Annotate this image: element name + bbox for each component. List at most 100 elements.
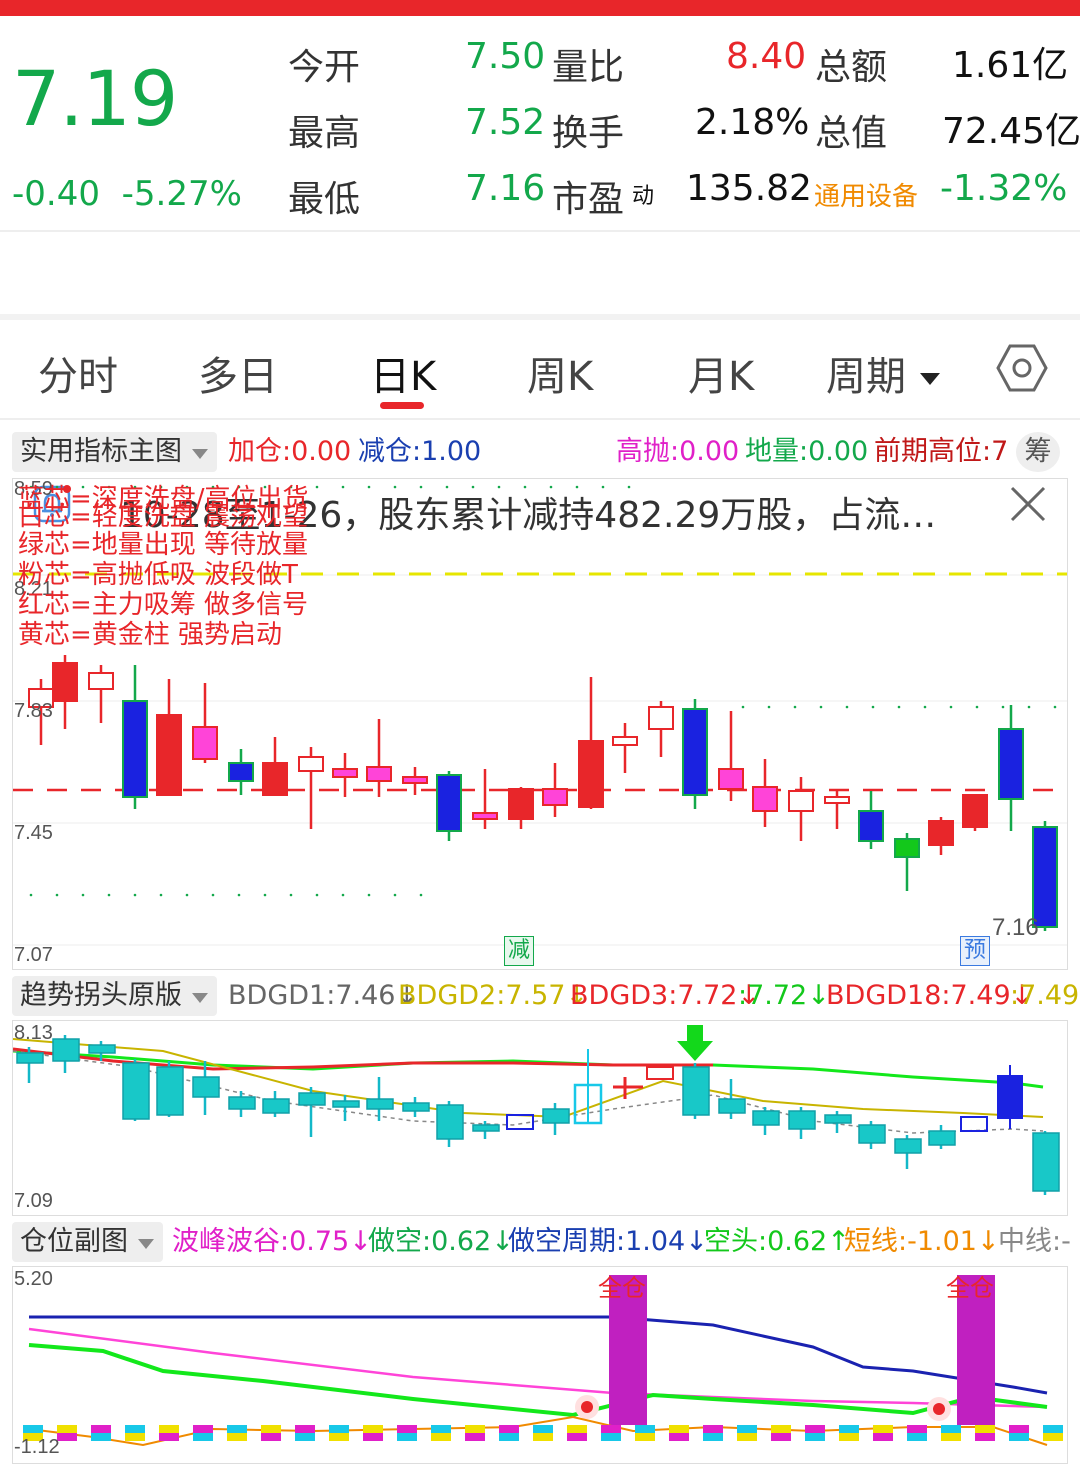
dot — [341, 485, 345, 489]
tab-daily-k[interactable]: 日K — [370, 344, 436, 402]
dot — [897, 705, 901, 709]
volume-block — [91, 1425, 111, 1433]
position-chart[interactable] — [12, 1266, 1068, 1464]
full-position-label: 全仓 — [598, 1274, 646, 1302]
candle-body — [1032, 826, 1058, 928]
candle-body — [542, 788, 568, 806]
dot — [1027, 705, 1031, 709]
volume-block — [193, 1433, 213, 1441]
dot — [871, 705, 875, 709]
volume-block — [567, 1425, 587, 1433]
candle-body — [928, 820, 954, 846]
bear-line — [28, 1343, 1048, 1418]
dot — [471, 485, 475, 489]
candle-body — [648, 706, 674, 730]
volume-block — [533, 1433, 553, 1441]
volume-block — [295, 1433, 315, 1441]
candle-body — [894, 838, 920, 858]
pe-dynamic-sup: 动 — [632, 184, 655, 209]
position-canvas[interactable] — [13, 1267, 1067, 1463]
volume-block — [1009, 1425, 1029, 1433]
tab-weekly-k[interactable]: 周K — [527, 344, 593, 402]
current-price: 7.19 — [12, 54, 178, 143]
candle-body — [192, 726, 218, 760]
trend-candle-body — [894, 1138, 922, 1154]
dot — [497, 485, 501, 489]
position-indicator-row: 仓位副图 波峰波谷:0.75↓ 做空:0.62↓ 做空周期:1.04↓ 空头:0… — [0, 1218, 1080, 1266]
dot — [767, 705, 771, 709]
dot — [445, 485, 449, 489]
tab-multi-day[interactable]: 多日 — [198, 344, 278, 402]
tab-intraday[interactable]: 分时 — [38, 344, 118, 402]
dot — [237, 893, 241, 897]
tab-monthly-k[interactable]: 月K — [688, 344, 754, 402]
trend-indicator-select[interactable]: 趋势拐头原版 — [12, 976, 217, 1016]
trend-candle-body — [88, 1044, 116, 1054]
settings-hex-icon[interactable] — [996, 342, 1048, 394]
candle-body — [578, 740, 604, 808]
dot — [575, 485, 579, 489]
dot — [393, 893, 397, 897]
volume-block — [737, 1425, 757, 1433]
volume-block — [669, 1433, 689, 1441]
trend-candle-body — [824, 1114, 852, 1124]
caret-down-icon — [191, 449, 208, 459]
amount-label: 总额 — [815, 47, 888, 88]
candle-body — [366, 766, 392, 782]
indicator-short-term: 短线:-1.01↓ — [844, 1226, 1000, 1257]
trend-candle-body — [436, 1104, 464, 1140]
y-label: 7.83 — [14, 700, 53, 722]
volume-block — [533, 1425, 553, 1433]
short-cycle-line — [29, 1315, 1048, 1395]
trend-candle-body — [122, 1062, 150, 1120]
y-label: 8.13 — [14, 1022, 53, 1044]
indicator-short: 做空:0.62↓ — [368, 1226, 514, 1257]
price-change: -0.40 -5.27% — [12, 174, 242, 214]
trend-chart[interactable] — [12, 1020, 1068, 1216]
volume-block — [941, 1425, 961, 1433]
trend-candle-body — [332, 1100, 360, 1108]
notice-bar[interactable]: 10-28至1-26，股东累计减持482.29万股，占流… — [0, 232, 1080, 536]
legend-yellow: 黄芯=黄金柱 强势启动 — [18, 620, 283, 650]
y-label: -1.12 — [14, 1436, 60, 1458]
change-percent: -5.27% — [121, 174, 242, 214]
pe-label: 市盈 — [552, 179, 625, 220]
sector-link[interactable]: 通用设备 — [814, 176, 918, 213]
volume-block — [397, 1425, 417, 1433]
indicator-add: 加仓:0.00 — [228, 436, 352, 467]
dot — [1053, 705, 1057, 709]
y-label: 5.20 — [14, 1268, 53, 1290]
active-tab-indicator — [380, 402, 424, 409]
trend-candle-body — [472, 1124, 500, 1132]
candle-body — [612, 736, 638, 746]
caret-down-icon — [137, 1239, 154, 1249]
indicator-prev-high: 前期高位:7 — [874, 436, 1009, 467]
volume-block — [499, 1433, 519, 1441]
volume-block — [669, 1425, 689, 1433]
volume-block — [635, 1433, 655, 1441]
volume-block — [1043, 1433, 1063, 1441]
indicator-wave: 波峰波谷:0.75↓ — [172, 1226, 372, 1257]
amount-value: 1.61亿 — [952, 45, 1069, 86]
volume-block — [601, 1425, 621, 1433]
main-indicator-select-label: 实用指标主图 — [20, 436, 182, 467]
candle-body — [332, 768, 358, 778]
trend-candle-body — [682, 1066, 710, 1116]
dot — [315, 893, 319, 897]
dot — [845, 705, 849, 709]
main-indicator-select[interactable]: 实用指标主图 — [12, 432, 217, 472]
volume-block — [703, 1433, 723, 1441]
chip-distribution-button[interactable]: 筹 — [1016, 432, 1060, 472]
legend-red: 红芯=主力吸筹 做多信号 — [18, 590, 309, 620]
volume-block — [499, 1425, 519, 1433]
candle-body — [788, 790, 814, 812]
position-indicator-select[interactable]: 仓位副图 — [12, 1222, 163, 1262]
volume-block — [261, 1425, 281, 1433]
dot — [393, 485, 397, 489]
trend-candle-body — [646, 1066, 674, 1080]
dot — [185, 893, 189, 897]
indicator-reduce: 减仓:1.00 — [358, 436, 482, 467]
trend-canvas[interactable] — [12, 1021, 1067, 1215]
tab-period[interactable]: 周期 — [826, 344, 941, 402]
candle-body — [436, 774, 462, 832]
